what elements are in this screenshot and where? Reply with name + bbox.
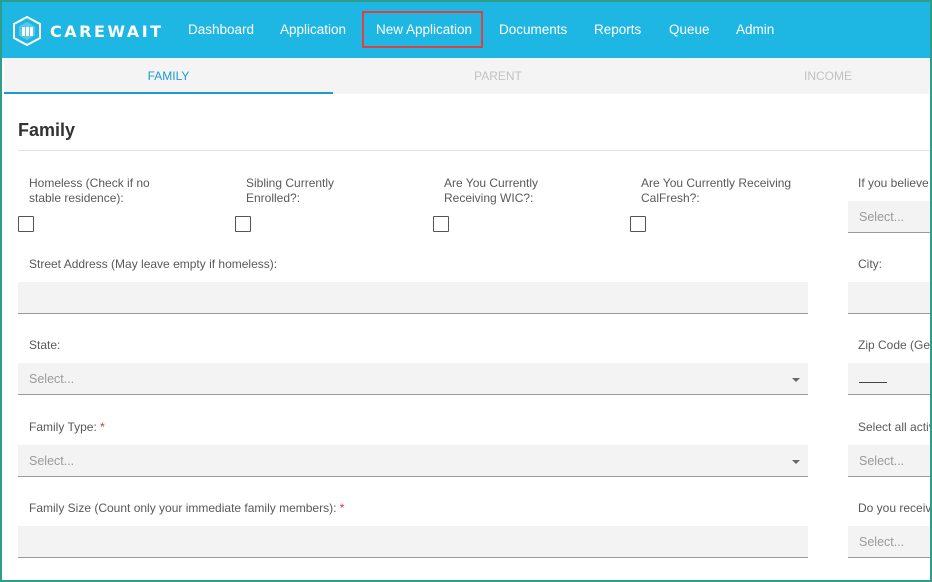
nav-documents[interactable]: Documents (499, 2, 567, 58)
app-window: CAREWAIT Dashboard Application New Appli… (0, 0, 932, 582)
do-you-receive-select[interactable]: Select... (848, 526, 930, 558)
calfresh-checkbox[interactable] (630, 216, 646, 232)
street-address-label: Street Address (May leave empty if homel… (29, 257, 278, 271)
family-type-select[interactable]: Select... (18, 445, 808, 477)
carewait-logo-icon (13, 16, 41, 46)
state-label: State: (29, 338, 61, 352)
tab-income[interactable]: INCOME (663, 58, 930, 94)
family-type-label: Family Type: * (29, 420, 105, 435)
nav-queue[interactable]: Queue (669, 2, 710, 58)
family-size-label: Family Size (Count only your immediate f… (29, 501, 344, 516)
wic-label: Are You Currently Receiving WIC?: (444, 176, 539, 205)
calfresh-label: Are You Currently Receiving CalFresh?: (641, 176, 792, 205)
select-all-select[interactable]: Select... (848, 445, 930, 477)
do-you-receive-label: Do you receive (858, 501, 932, 515)
if-you-believe-label: If you believe (858, 176, 929, 190)
chevron-down-icon (792, 460, 800, 464)
family-size-input[interactable] (18, 526, 808, 558)
state-placeholder: Select... (29, 372, 75, 386)
required-marker: * (339, 501, 345, 515)
if-you-believe-select[interactable]: Select... (848, 201, 930, 233)
zip-input-mask (859, 382, 887, 383)
tab-family[interactable]: FAMILY (4, 58, 333, 94)
state-select[interactable]: Select... (18, 363, 808, 395)
tab-parent[interactable]: PARENT (333, 58, 663, 94)
chevron-down-icon (792, 378, 800, 382)
do-you-receive-placeholder: Select... (859, 535, 905, 549)
nav-reports[interactable]: Reports (594, 2, 641, 58)
street-address-input[interactable] (18, 282, 808, 314)
zip-label: Zip Code (Ger (858, 338, 932, 352)
homeless-checkbox[interactable] (18, 216, 34, 232)
required-marker: * (100, 420, 105, 434)
if-you-believe-placeholder: Select... (859, 210, 905, 224)
zip-input[interactable] (848, 363, 930, 395)
city-input[interactable] (848, 282, 930, 314)
select-all-label: Select all activ (858, 420, 932, 434)
family-type-label-text: Family Type: (29, 420, 97, 434)
city-label: City: (858, 257, 882, 271)
family-size-label-text: Family Size (Count only your immediate f… (29, 501, 337, 515)
section-title: Family (18, 120, 76, 140)
title-divider (18, 150, 930, 151)
brand-logo[interactable]: CAREWAIT (12, 14, 164, 48)
wic-checkbox[interactable] (433, 216, 449, 232)
nav-dashboard[interactable]: Dashboard (188, 2, 254, 58)
family-type-placeholder: Select... (29, 454, 75, 468)
step-tabs: FAMILY PARENT INCOME (4, 58, 930, 94)
nav-application[interactable]: Application (280, 2, 346, 58)
top-navbar: CAREWAIT Dashboard Application New Appli… (2, 2, 930, 58)
homeless-label: Homeless (Check if no stable residence): (29, 176, 150, 205)
select-all-placeholder: Select... (859, 454, 905, 468)
sibling-enrolled-checkbox[interactable] (235, 216, 251, 232)
new-application-highlight-box (362, 11, 483, 48)
active-tab-indicator (4, 92, 333, 94)
sibling-enrolled-label: Sibling Currently Enrolled?: (246, 176, 335, 205)
nav-admin[interactable]: Admin (736, 2, 774, 58)
brand-name: CAREWAIT (50, 21, 164, 41)
